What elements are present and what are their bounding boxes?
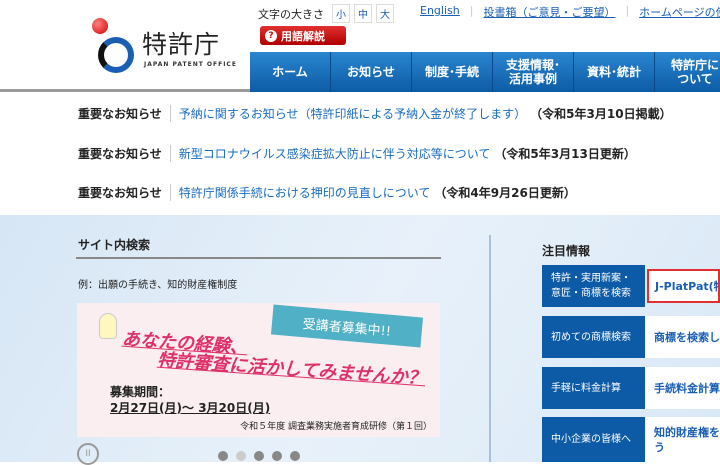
logo-mark-icon	[92, 18, 108, 34]
featured-category: 中小企業の皆様へ	[542, 417, 645, 462]
notice-item: 重要なお知らせ 予納に関するお知らせ（特許印紙による予納入金が終了します） （令…	[78, 105, 672, 122]
logo-name: 特許庁	[142, 30, 221, 59]
featured-link[interactable]: 商標を検索し	[645, 316, 720, 358]
banner-period-label: 募集期間：	[110, 385, 171, 399]
nav-about[interactable]: 特許庁に ついて	[655, 52, 720, 92]
featured-row: 手軽に料金計算 手続料金計算	[542, 367, 720, 409]
notice-date: （令和5年3月13日更新）	[494, 147, 636, 161]
english-link[interactable]: English	[420, 4, 460, 20]
glossary-label: 用語解説	[281, 29, 325, 43]
banner-ribbon: 受講者募集中!!	[270, 304, 424, 348]
glossary-button[interactable]: ? 用語解説	[260, 26, 346, 45]
carousel-dot[interactable]	[290, 451, 300, 461]
question-icon: ?	[265, 29, 277, 42]
feedback-link[interactable]: 投書箱（ご意見・ご要望）	[483, 4, 615, 20]
notice-tag: 重要なお知らせ	[78, 184, 171, 201]
main-content: サイト内検索 例：出願の手続き、知的財産権制度 受講者募集中!! あなたの経験、…	[0, 215, 720, 465]
featured-category: 特許・実用新案・ 意匠・商標を検索	[542, 265, 645, 307]
column-divider	[489, 235, 491, 462]
carousel-dot-active[interactable]	[236, 451, 246, 461]
site-header: 特許庁 JAPAN PATENT OFFICE 文字の大きさ 小 中 大 Eng…	[0, 0, 720, 92]
nav-statistics[interactable]: 資料･統計	[574, 52, 655, 92]
nav-support[interactable]: 支援情報･ 活用事例	[493, 52, 574, 92]
featured-title: 注目情報	[542, 244, 591, 258]
featured-category: 初めての商標検索	[542, 316, 645, 358]
nav-news[interactable]: お知らせ	[331, 52, 412, 92]
notice-link[interactable]: 新型コロナウイルス感染症拡大防止に伴う対応等について	[179, 145, 491, 162]
featured-link[interactable]: 手続料金計算	[645, 367, 720, 409]
featured-row: 特許・実用新案・ 意匠・商標を検索 J-PlatPat(特	[542, 265, 720, 307]
carousel-dots	[218, 451, 300, 461]
howto-link[interactable]: ホームページの使い方	[639, 4, 720, 20]
carousel-dot[interactable]	[218, 451, 228, 461]
notice-item: 重要なお知らせ 特許庁関係手続における押印の見直しについて （令和4年9月26日…	[78, 184, 576, 201]
carousel-dot[interactable]	[272, 451, 282, 461]
separator: |	[625, 4, 630, 17]
top-links: English | 投書箱（ご意見・ご要望） | ホームページの使い方	[420, 4, 720, 20]
search-example: 例：出願の手続き、知的財産権制度	[78, 280, 238, 291]
nav-home[interactable]: ホーム	[250, 52, 331, 92]
nav-procedures[interactable]: 制度･手続	[412, 52, 493, 92]
banner-period: 2月27日(月)～ 3月20日(月)	[110, 401, 271, 415]
logo-ring-icon	[98, 37, 134, 73]
logo-subtitle: JAPAN PATENT OFFICE	[144, 61, 237, 68]
separator: |	[469, 4, 474, 17]
notice-date: （令和5年3月10日掲載）	[530, 107, 672, 121]
banner-headline-2: 特許審査に活かしてみませんか？	[156, 349, 427, 390]
font-size-medium[interactable]: 中	[354, 4, 372, 23]
important-notices: 重要なお知らせ 予納に関するお知らせ（特許印紙による予納入金が終了します） （令…	[0, 95, 720, 215]
main-nav: ホーム お知らせ 制度･手続 支援情報･ 活用事例 資料･統計 特許庁に ついて	[250, 52, 720, 92]
notice-tag: 重要なお知らせ	[78, 145, 171, 162]
font-size-large[interactable]: 大	[376, 4, 394, 23]
featured-link[interactable]: 知的財産権を う	[645, 417, 720, 462]
notice-item: 重要なお知らせ 新型コロナウイルス感染症拡大防止に伴う対応等について （令和5年…	[78, 145, 636, 162]
promo-banner[interactable]: 受講者募集中!! あなたの経験、 特許審査に活かしてみませんか？ 募集期間： 2…	[77, 303, 440, 437]
featured-category: 手軽に料金計算	[542, 367, 645, 409]
notice-date: （令和4年9月26日更新）	[434, 186, 576, 200]
lightbulb-icon	[99, 313, 117, 339]
featured-link[interactable]: J-PlatPat(特	[647, 269, 720, 303]
divider	[76, 257, 441, 259]
featured-row: 初めての商標検索 商標を検索し	[542, 316, 720, 358]
carousel-dot[interactable]	[254, 451, 264, 461]
font-size-selector: 文字の大きさ 小 中 大	[258, 4, 394, 23]
site-search-title: サイト内検索	[78, 238, 151, 252]
banner-course: 令和５年度 調査業務実施者育成研修（第１回）	[240, 422, 432, 432]
font-size-label: 文字の大きさ	[258, 7, 324, 21]
notice-tag: 重要なお知らせ	[78, 105, 171, 122]
font-size-small[interactable]: 小	[332, 4, 350, 23]
notice-link[interactable]: 特許庁関係手続における押印の見直しについて	[179, 184, 431, 201]
notice-link[interactable]: 予納に関するお知らせ（特許印紙による予納入金が終了します）	[179, 105, 526, 122]
featured-row: 中小企業の皆様へ 知的財産権を う	[542, 417, 720, 462]
jpo-logo[interactable]: 特許庁 JAPAN PATENT OFFICE	[80, 15, 240, 75]
